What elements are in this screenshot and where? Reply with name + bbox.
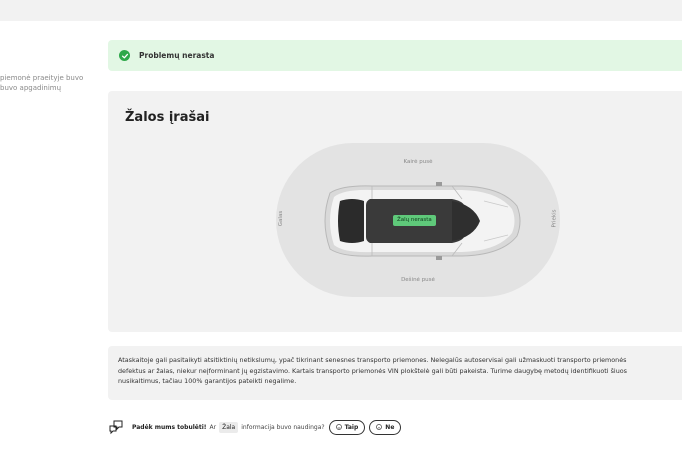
- disclaimer-box: Ataskaitoje gali pasitaikyti atsitiktini…: [108, 346, 682, 400]
- damage-title: Žalos įrašai: [125, 110, 210, 125]
- sidebar-line: buvo apgadinimų: [0, 84, 62, 92]
- sidebar-description: piemonė praeityje buvo buvo apgadinimų: [0, 73, 100, 93]
- chat-bubbles-icon: [109, 420, 123, 435]
- feedback-ar: Ar: [209, 423, 217, 431]
- check-icon: [119, 50, 130, 61]
- feedback-topic-chip: Žala: [219, 421, 239, 433]
- damage-records-card: Žalos įrašai Kairė pusė Dešinė pusė Gala…: [108, 91, 682, 332]
- smile-icon: [335, 424, 342, 430]
- car-diagram: Kairė pusė Dešinė pusė Galas Priekis Žal…: [276, 143, 560, 297]
- disclaimer-line: defektus ar žalas, niekur neįforminant j…: [118, 366, 627, 375]
- disclaimer-line: Ataskaitoje gali pasitaikyti atsitiktini…: [118, 356, 627, 364]
- no-label: Ne: [385, 423, 395, 431]
- status-banner: Problemų nerasta: [108, 40, 682, 71]
- no-damage-badge: Žalų nerasta: [393, 215, 436, 226]
- feedback-row: Padėk mums tobulėti! Ar Žala informacija…: [108, 417, 402, 437]
- label-left-side: Kairė pusė: [403, 159, 433, 165]
- label-rear: Galas: [278, 210, 285, 227]
- frown-icon: [376, 424, 383, 430]
- disclaimer-text: Ataskaitoje gali pasitaikyti atsitiktini…: [118, 355, 682, 387]
- status-text: Problemų nerasta: [139, 51, 215, 60]
- label-front: Priekis: [551, 209, 558, 228]
- yes-button[interactable]: Taip: [328, 419, 366, 435]
- disclaimer-line: nusikaltimus, tačiau 100% garantijos pat…: [118, 377, 297, 386]
- no-button[interactable]: Ne: [369, 419, 402, 435]
- yes-label: Taip: [344, 423, 359, 431]
- sidebar-line: piemonė praeityje buvo: [0, 74, 84, 82]
- label-right-side: Dešinė pusė: [401, 277, 435, 283]
- feedback-heading: Padėk mums tobulėti!: [132, 423, 207, 431]
- feedback-question: informacija buvo naudinga?: [241, 423, 325, 431]
- top-bar: [0, 0, 682, 21]
